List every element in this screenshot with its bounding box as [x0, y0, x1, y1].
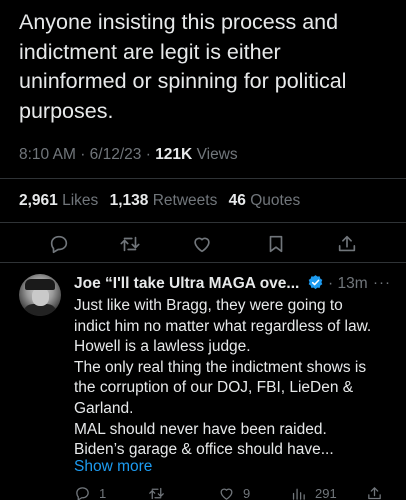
reply-share-button[interactable]	[366, 485, 383, 500]
tweet-meta: 8:10 AM · 6/12/23 · 121K Views	[19, 146, 238, 164]
divider	[0, 222, 406, 223]
reply-views-button[interactable]: 291	[290, 485, 337, 500]
tweet-date[interactable]: 6/12/23	[90, 146, 142, 163]
tweet-time[interactable]: 8:10 AM	[19, 146, 76, 163]
reply-header: Joe “I'll take Ultra MAGA ove... · 13m ·…	[74, 274, 399, 294]
reply-retweet-button[interactable]	[148, 485, 165, 500]
retweets-stat[interactable]: 1,138 Retweets	[110, 192, 218, 209]
views-label: Views	[196, 146, 238, 163]
quotes-count: 46	[228, 192, 246, 209]
retweets-count: 1,138	[109, 192, 149, 209]
reply-like-button[interactable]: 9	[218, 485, 250, 500]
retweet-icon	[149, 487, 164, 500]
show-more-link[interactable]: Show more	[74, 458, 152, 476]
likes-stat[interactable]: 2,961 Likes	[19, 192, 98, 209]
likes-label: Likes	[62, 192, 99, 209]
likes-count: 2,961	[19, 192, 58, 209]
reply-time[interactable]: 13m	[337, 275, 367, 292]
verified-badge-icon	[308, 275, 322, 290]
like-icon	[220, 488, 233, 500]
reply-actions: 1 9 291	[74, 485, 394, 500]
bookmark-icon[interactable]	[265, 233, 287, 255]
reply-views-count: 291	[315, 486, 337, 500]
avatar[interactable]	[19, 274, 61, 316]
reply-author-name[interactable]: Joe “I'll take Ultra MAGA ove...	[74, 275, 299, 292]
reply-reply-button[interactable]: 1	[74, 485, 106, 500]
reply-text: Just like with Bragg, they were going to…	[74, 297, 372, 459]
retweets-label: Retweets	[152, 192, 218, 209]
share-icon[interactable]	[336, 233, 358, 255]
views-icon	[292, 488, 305, 500]
reply-tweet[interactable]: Joe “I'll take Ultra MAGA ove... · 13m ·…	[0, 262, 406, 500]
share-icon	[368, 487, 381, 500]
like-count: 9	[243, 486, 251, 500]
quotes-label: Quotes	[250, 192, 301, 209]
reply-icon[interactable]	[48, 233, 70, 255]
more-options-icon[interactable]: ···	[373, 274, 391, 291]
reply-count: 1	[99, 486, 107, 500]
tweet-text: Anyone insisting this process and indict…	[19, 10, 347, 123]
tweet-actions	[0, 229, 406, 259]
reply-icon	[76, 487, 89, 500]
like-icon[interactable]	[191, 233, 213, 255]
meta-separator: ·	[80, 146, 86, 163]
quotes-stat[interactable]: 46 Quotes	[229, 192, 301, 209]
retweet-icon[interactable]	[119, 233, 141, 255]
reply-separator: ·	[327, 275, 334, 292]
views-count: 121K	[155, 146, 193, 163]
divider	[0, 178, 406, 179]
engagement-stats: 2,961 Likes 1,138 Retweets 46 Quotes	[19, 192, 300, 210]
meta-separator: ·	[145, 146, 151, 163]
